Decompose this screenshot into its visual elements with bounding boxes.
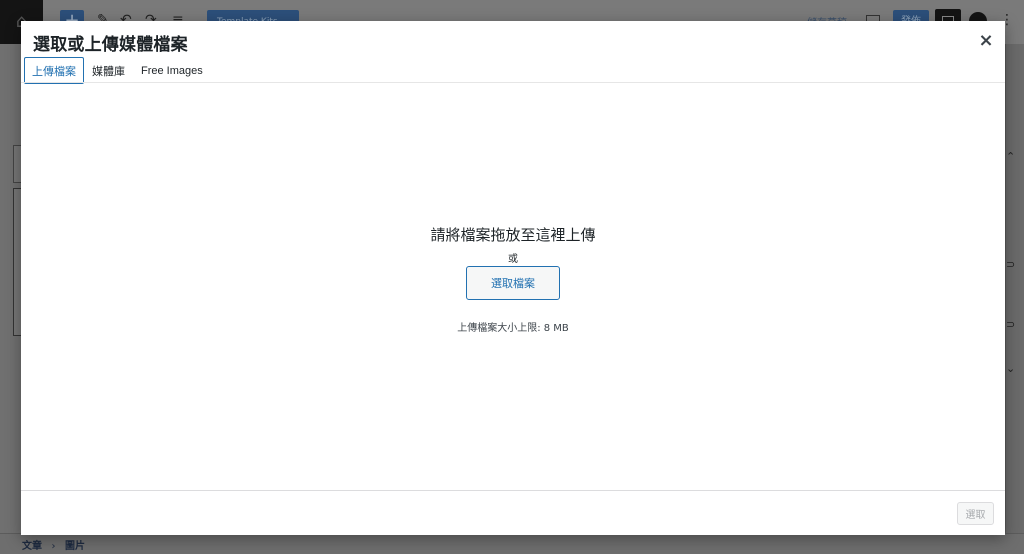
media-modal: 選取或上傳媒體檔案 × 上傳檔案 媒體庫 Free Images 請將檔案拖放至… bbox=[21, 21, 1005, 535]
breadcrumb: 文章 › 圖片 bbox=[22, 537, 85, 552]
breadcrumb-item[interactable]: 文章 bbox=[22, 541, 42, 552]
dropzone-or-text: 或 bbox=[508, 254, 518, 265]
media-router-tabs: 上傳檔案 媒體庫 Free Images bbox=[24, 57, 211, 84]
sidebar-chevron-icon: ⌄ bbox=[1006, 362, 1016, 375]
modal-title: 選取或上傳媒體檔案 bbox=[33, 35, 188, 55]
tab-media-library[interactable]: 媒體庫 bbox=[84, 57, 133, 84]
select-button[interactable]: 選取 bbox=[957, 502, 994, 525]
breadcrumb-separator: › bbox=[51, 541, 56, 552]
breadcrumb-item[interactable]: 圖片 bbox=[65, 541, 85, 552]
select-files-button[interactable]: 選取檔案 bbox=[466, 266, 560, 300]
sidebar-chevron-icon: ⌃ bbox=[1006, 150, 1016, 163]
tab-free-images[interactable]: Free Images bbox=[133, 57, 211, 84]
sidebar-link-icon: ⊃ bbox=[1006, 258, 1016, 271]
sidebar-link-icon: ⊃ bbox=[1006, 318, 1016, 331]
editor-sidebar bbox=[1005, 44, 1024, 533]
close-icon[interactable]: × bbox=[973, 29, 999, 53]
upload-dropzone[interactable]: 請將檔案拖放至這裡上傳 或 選取檔案 上傳檔案大小上限: 8 MB bbox=[21, 83, 1005, 490]
dropzone-instructions: 請將檔案拖放至這裡上傳 bbox=[430, 226, 596, 244]
editor-footer bbox=[0, 533, 1024, 554]
tab-upload-files[interactable]: 上傳檔案 bbox=[24, 57, 84, 84]
toolbar-divider bbox=[21, 490, 1005, 491]
max-upload-size: 上傳檔案大小上限: 8 MB bbox=[457, 323, 569, 334]
